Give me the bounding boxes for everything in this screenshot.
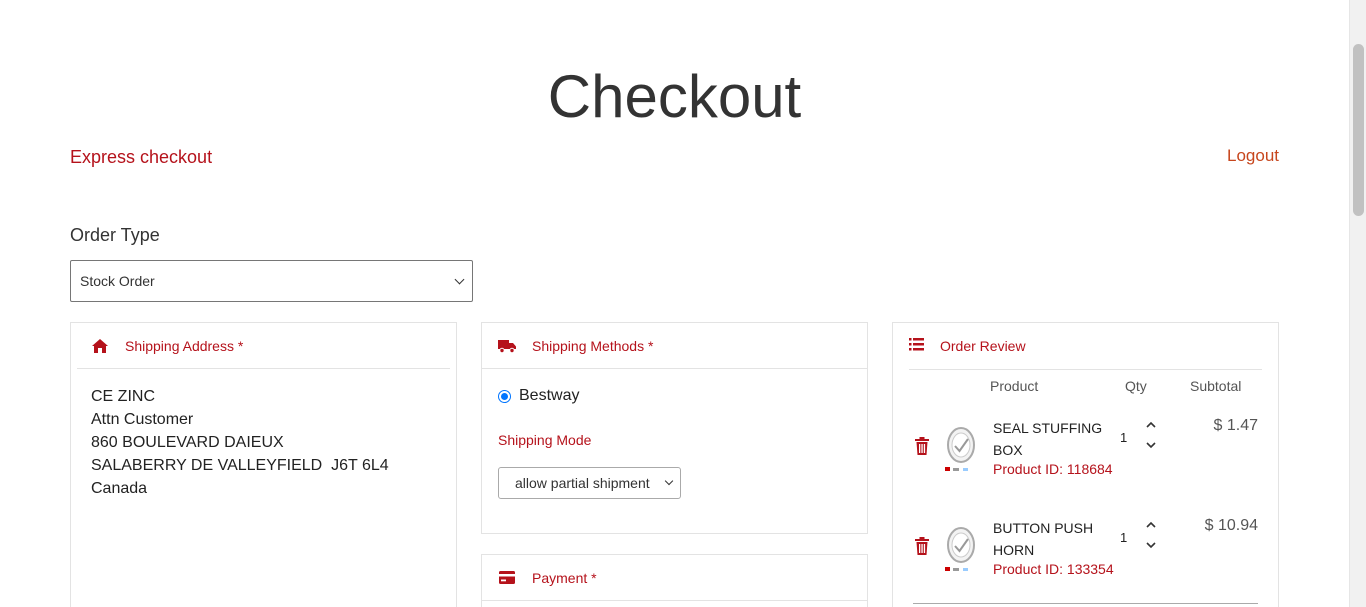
page-title: Checkout	[547, 63, 802, 130]
trash-icon[interactable]	[915, 437, 929, 460]
payment-title: Payment *	[532, 569, 597, 586]
col-qty: Qty	[1125, 378, 1147, 394]
chevron-down-icon	[454, 274, 465, 284]
shipping-methods-panel: Shipping Methods * Bestway Shipping Mode…	[481, 322, 868, 534]
divider	[913, 603, 1258, 604]
item-subtotal: $ 10.94	[1204, 517, 1258, 534]
address-line: SALABERRY DE VALLEYFIELD J6T 6L4	[91, 457, 389, 474]
order-review-title: Order Review	[940, 338, 1026, 354]
shipping-mode-value: allow partial shipment	[515, 475, 650, 491]
col-subtotal: Subtotal	[1190, 378, 1242, 394]
product-thumbnail	[945, 425, 981, 475]
address-line: CE ZINC	[91, 388, 155, 405]
address-line: 860 BOULEVARD DAIEUX	[91, 434, 284, 451]
shipping-address-title: Shipping Address *	[125, 337, 244, 354]
credit-card-icon	[498, 571, 516, 584]
order-review-panel: Order Review Product Qty Subtotal SEAL S…	[892, 322, 1279, 607]
list-icon	[909, 338, 924, 354]
page-scrollbar[interactable]	[1349, 0, 1366, 607]
address-block: CE ZINC Attn Customer 860 BOULEVARD DAIE…	[71, 369, 456, 500]
col-product: Product	[990, 378, 1039, 394]
address-line: Attn Customer	[91, 411, 194, 428]
product-name[interactable]: BUTTON PUSH HORN	[993, 517, 1111, 561]
qty-value[interactable]: 1	[1120, 530, 1127, 545]
logout-link[interactable]: Logout	[1227, 146, 1279, 166]
shipping-address-panel: Shipping Address * CE ZINC Attn Customer…	[70, 322, 457, 607]
payment-panel: Payment *	[481, 554, 868, 607]
shipping-mode-select[interactable]: allow partial shipment	[498, 467, 681, 499]
shipping-methods-title: Shipping Methods *	[532, 337, 654, 354]
scrollbar-thumb[interactable]	[1353, 44, 1364, 216]
shipping-option-bestway[interactable]: Bestway	[498, 387, 867, 405]
truck-icon	[498, 339, 516, 353]
express-checkout-link[interactable]: Express checkout	[70, 147, 212, 168]
order-review-header: Order Review	[909, 323, 1262, 370]
address-line: Canada	[91, 480, 148, 497]
product-id: Product ID: 133354	[993, 561, 1114, 577]
chevron-down-icon	[664, 476, 674, 486]
payment-header: Payment *	[482, 555, 867, 601]
shipping-option-label: Bestway	[519, 387, 580, 404]
product-thumbnail	[945, 525, 981, 575]
qty-stepper[interactable]	[1144, 417, 1158, 451]
product-id: Product ID: 118684	[993, 461, 1113, 477]
radio-selected[interactable]	[498, 389, 511, 403]
order-item: BUTTON PUSH HORN Product ID: 133354 1 $ …	[893, 517, 1278, 607]
product-name[interactable]: SEAL STUFFING BOX	[993, 417, 1111, 461]
order-type-select[interactable]: Stock Order	[70, 260, 473, 302]
order-item: SEAL STUFFING BOX Product ID: 118684 1 $…	[893, 417, 1278, 507]
shipping-methods-header: Shipping Methods *	[482, 323, 867, 369]
qty-value[interactable]: 1	[1120, 430, 1127, 445]
shipping-address-header: Shipping Address *	[77, 323, 450, 369]
home-icon	[91, 338, 109, 353]
order-type-label: Order Type	[70, 225, 160, 245]
item-subtotal: $ 1.47	[1213, 417, 1258, 434]
qty-stepper[interactable]	[1144, 517, 1158, 551]
trash-icon[interactable]	[915, 537, 929, 560]
order-type-value: Stock Order	[80, 273, 155, 289]
shipping-mode-label: Shipping Mode	[498, 432, 592, 448]
